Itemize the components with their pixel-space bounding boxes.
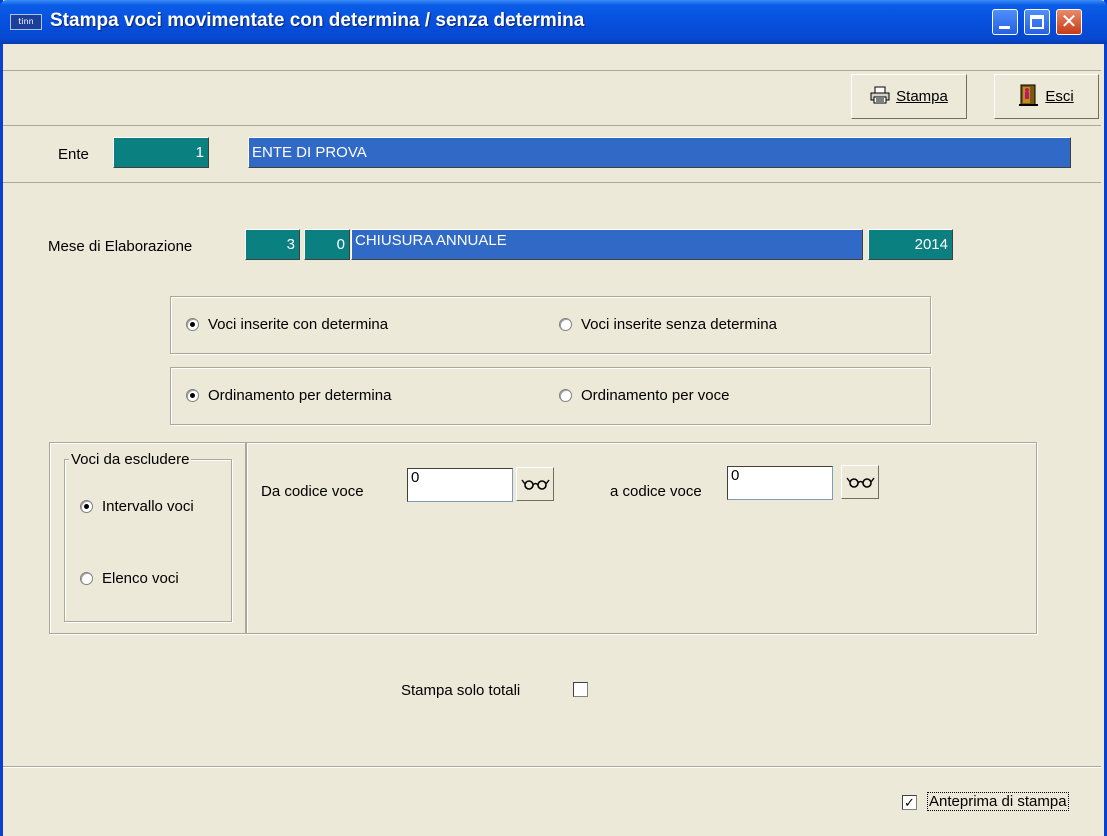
ente-name-field: ENTE DI PROVA bbox=[248, 137, 1071, 168]
da-codice-voce-input[interactable]: 0 bbox=[407, 468, 513, 502]
voci-da-escludere-legend: Voci da escludere bbox=[69, 451, 192, 468]
radio-label: Voci inserite senza determina bbox=[581, 316, 777, 333]
maximize-button[interactable] bbox=[1024, 9, 1050, 35]
anteprima-checkbox[interactable]: ✓ bbox=[902, 795, 917, 810]
radio-voci-senza-determina[interactable]: Voci inserite senza determina bbox=[559, 316, 777, 333]
radio-label: Ordinamento per determina bbox=[208, 387, 392, 404]
radio-voci-con-determina[interactable]: Voci inserite con determina bbox=[186, 316, 388, 333]
app-icon: tinn bbox=[10, 14, 42, 30]
print-button-label: Stampa bbox=[896, 88, 948, 105]
a-codice-lookup-button[interactable] bbox=[841, 465, 879, 499]
glasses-lookup-icon bbox=[521, 479, 550, 490]
month-field[interactable]: 3 bbox=[245, 229, 300, 260]
radio-ordinamento-determina[interactable]: Ordinamento per determina bbox=[186, 387, 391, 404]
radio-indicator bbox=[186, 318, 199, 331]
stampa-solo-totali-checkbox[interactable] bbox=[573, 682, 588, 697]
glasses-lookup-icon bbox=[846, 477, 875, 488]
exit-button-label: Esci bbox=[1045, 88, 1074, 105]
print-button[interactable]: Stampa bbox=[851, 74, 967, 119]
radio-elenco-voci[interactable]: Elenco voci bbox=[80, 570, 179, 587]
elaborazione-description: CHIUSURA ANNUALE bbox=[351, 229, 863, 260]
radio-label: Elenco voci bbox=[102, 570, 179, 587]
radio-indicator bbox=[559, 389, 572, 402]
radio-intervallo-voci[interactable]: Intervallo voci bbox=[80, 498, 194, 515]
radio-label: Intervallo voci bbox=[102, 498, 194, 515]
close-icon: ✕ bbox=[1060, 11, 1078, 33]
window-title: Stampa voci movimentate con determina / … bbox=[50, 10, 585, 31]
submonth-field[interactable]: 0 bbox=[304, 229, 350, 260]
voci-da-escludere-group bbox=[64, 459, 232, 622]
minimize-button[interactable] bbox=[992, 9, 1018, 35]
radio-indicator bbox=[80, 500, 93, 513]
close-button[interactable]: ✕ bbox=[1056, 9, 1082, 35]
da-codice-lookup-button[interactable] bbox=[516, 467, 554, 501]
da-codice-voce-label: Da codice voce bbox=[261, 483, 364, 500]
stampa-solo-totali-label: Stampa solo totali bbox=[401, 682, 521, 699]
exit-door-icon bbox=[1019, 83, 1039, 111]
radio-indicator bbox=[559, 318, 572, 331]
intervallo-panel bbox=[246, 442, 1037, 634]
radio-label: Voci inserite con determina bbox=[208, 316, 389, 333]
year-field[interactable]: 2014 bbox=[868, 229, 953, 260]
printer-icon bbox=[870, 86, 890, 108]
anteprima-label: Anteprima di stampa bbox=[927, 792, 1069, 811]
maximize-icon bbox=[1030, 15, 1044, 29]
ente-label: Ente bbox=[58, 146, 89, 163]
ente-code-field[interactable]: 1 bbox=[113, 137, 209, 168]
exit-button[interactable]: Esci bbox=[994, 74, 1099, 119]
radio-indicator bbox=[186, 389, 199, 402]
minimize-icon bbox=[999, 26, 1010, 29]
a-codice-voce-input[interactable]: 0 bbox=[727, 466, 833, 500]
title-bar[interactable]: tinn Stampa voci movimentate con determi… bbox=[0, 0, 1107, 44]
mese-elaborazione-label: Mese di Elaborazione bbox=[48, 238, 193, 255]
radio-ordinamento-voce[interactable]: Ordinamento per voce bbox=[559, 387, 729, 404]
radio-label: Ordinamento per voce bbox=[581, 387, 730, 404]
a-codice-voce-label: a codice voce bbox=[610, 483, 702, 500]
radio-indicator bbox=[80, 572, 93, 585]
